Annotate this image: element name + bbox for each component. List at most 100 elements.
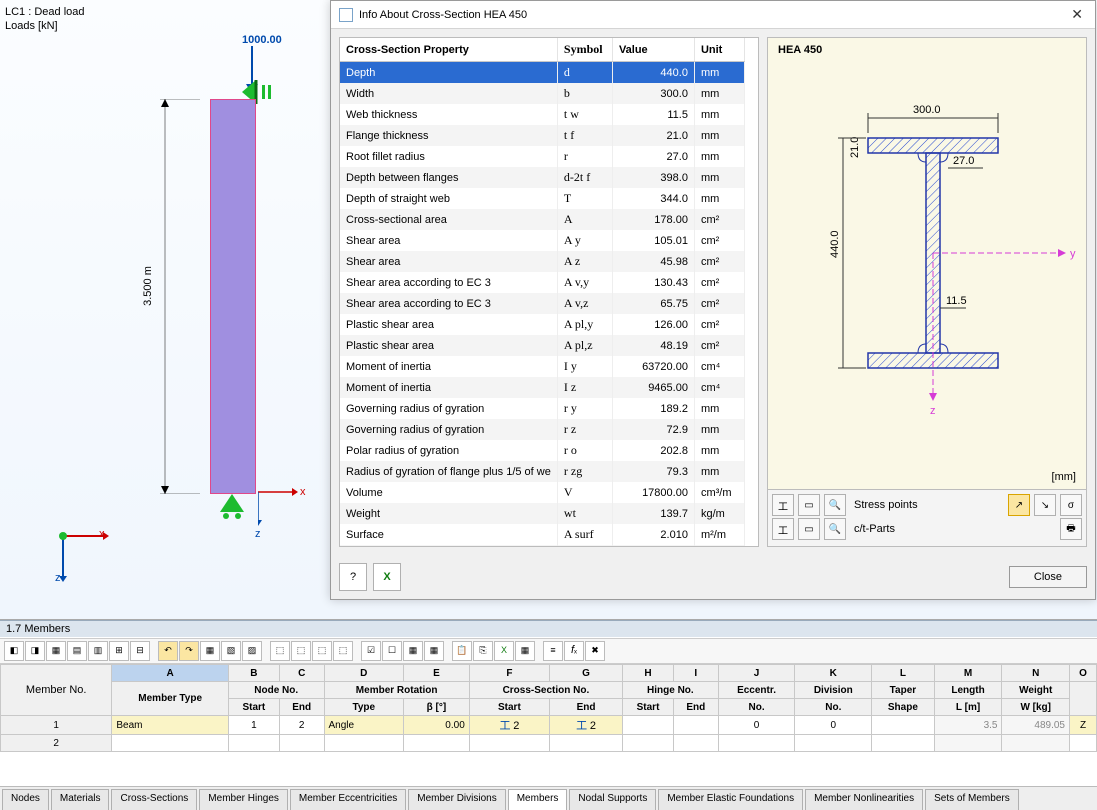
table-toolbar: ◧◨▦▤▥⊞⊟ ↶↷▦▧▨ ⬚⬚⬚⬚ ☑☐▦▦ 📋⎘X▦ ≡fₓ✖ xyxy=(0,638,1097,664)
tool-dims-icon[interactable]: ▭ xyxy=(798,494,820,516)
toolbar-icon[interactable]: ▦ xyxy=(515,641,535,661)
toolbar-icon[interactable]: ⊞ xyxy=(109,641,129,661)
property-row[interactable]: Polar radius of gyrationr o202.8mm xyxy=(340,440,745,461)
property-row[interactable]: Shear areaA z45.98cm² xyxy=(340,251,745,272)
toolbar-icon[interactable]: fₓ xyxy=(564,641,584,661)
toolbar-icon[interactable]: ▨ xyxy=(242,641,262,661)
tab-member-hinges[interactable]: Member Hinges xyxy=(199,789,288,810)
property-row[interactable]: Weightwt139.7kg/m xyxy=(340,503,745,524)
tool-ct3-icon[interactable]: 🔍 xyxy=(824,518,846,540)
property-table[interactable]: Cross-Section Property Symbol Value Unit… xyxy=(340,38,758,546)
header-property[interactable]: Cross-Section Property xyxy=(340,38,557,62)
toolbar-icon[interactable]: ↶ xyxy=(158,641,178,661)
toolbar-icon[interactable]: ⎘ xyxy=(473,641,493,661)
tool-ct1-icon[interactable]: 工 xyxy=(772,518,794,540)
toolbar-icon[interactable]: ▦ xyxy=(200,641,220,661)
toolbar-icon[interactable]: ☐ xyxy=(382,641,402,661)
dialog-title: Info About Cross-Section HEA 450 xyxy=(359,9,527,21)
beam-element[interactable] xyxy=(210,99,256,494)
toolbar-icon[interactable]: ⬚ xyxy=(333,641,353,661)
property-row[interactable]: Governing radius of gyrationr z72.9mm xyxy=(340,419,745,440)
toolbar-icon[interactable]: ↷ xyxy=(179,641,199,661)
svg-text:21.0: 21.0 xyxy=(849,137,861,158)
header-value[interactable]: Value xyxy=(612,38,694,62)
global-axes-icon: x z xyxy=(55,528,115,591)
toolbar-icon[interactable]: ◨ xyxy=(25,641,45,661)
tool-axis2-icon[interactable]: ↘ xyxy=(1034,494,1056,516)
col-member-no[interactable]: Member No. xyxy=(1,665,112,716)
table-row[interactable]: 2 xyxy=(1,735,1097,752)
property-row[interactable]: Radius of gyration of flange plus 1/5 of… xyxy=(340,461,745,482)
tab-nodes[interactable]: Nodes xyxy=(2,789,49,810)
svg-text:y: y xyxy=(1070,248,1076,260)
toolbar-icon[interactable]: ▤ xyxy=(67,641,87,661)
property-row[interactable]: Widthb300.0mm xyxy=(340,83,745,104)
property-row[interactable]: Depth of straight webT344.0mm xyxy=(340,188,745,209)
property-row[interactable]: Plastic shear areaA pl,z48.19cm² xyxy=(340,335,745,356)
table-title-bar: 1.7 Members xyxy=(0,620,1097,637)
tool-stress-icon[interactable]: 🔍 xyxy=(824,494,846,516)
tool-axis1-icon[interactable]: ↗ xyxy=(1008,494,1030,516)
property-row[interactable]: Cross-sectional areaA178.00cm² xyxy=(340,209,745,230)
toolbar-icon[interactable]: ≡ xyxy=(543,641,563,661)
toolbar-icon[interactable]: ⬚ xyxy=(270,641,290,661)
dialog-titlebar[interactable]: Info About Cross-Section HEA 450 ✕ xyxy=(331,1,1095,29)
tab-materials[interactable]: Materials xyxy=(51,789,110,810)
toolbar-icon[interactable]: ⊟ xyxy=(130,641,150,661)
local-axes-icon: x z xyxy=(258,484,308,537)
toolbar-icon[interactable]: ⬚ xyxy=(291,641,311,661)
property-row[interactable]: Section factorAm/V112.9211/m xyxy=(340,545,745,546)
property-row[interactable]: Shear area according to EC 3A v,z65.75cm… xyxy=(340,293,745,314)
tab-member-eccentricities[interactable]: Member Eccentricities xyxy=(290,789,406,810)
toolbar-icon[interactable]: ⬚ xyxy=(312,641,332,661)
property-row[interactable]: Flange thicknesst f21.0mm xyxy=(340,125,745,146)
tab-members[interactable]: Members xyxy=(508,789,568,810)
toolbar-icon[interactable]: ▦ xyxy=(424,641,444,661)
property-row[interactable]: Root fillet radiusr27.0mm xyxy=(340,146,745,167)
toolbar-icon[interactable]: ◧ xyxy=(4,641,24,661)
help-button[interactable]: ? xyxy=(339,563,367,591)
close-icon[interactable]: ✕ xyxy=(1067,6,1087,23)
tool-sigma-icon[interactable]: σ xyxy=(1060,494,1082,516)
tab-sets-of-members[interactable]: Sets of Members xyxy=(925,789,1019,810)
toolbar-icon[interactable]: ✖ xyxy=(585,641,605,661)
header-unit[interactable]: Unit xyxy=(694,38,744,62)
property-row[interactable]: Governing radius of gyrationr y189.2mm xyxy=(340,398,745,419)
property-row[interactable]: Depthd440.0mm xyxy=(340,62,745,84)
tab-member-divisions[interactable]: Member Divisions xyxy=(408,789,505,810)
property-row[interactable]: Shear areaA y105.01cm² xyxy=(340,230,745,251)
members-table[interactable]: Member No. ABCDEFGHIJKLMNO Member Type N… xyxy=(0,664,1097,782)
excel-export-button[interactable]: X xyxy=(373,563,401,591)
property-row[interactable]: Plastic shear areaA pl,y126.00cm² xyxy=(340,314,745,335)
property-row[interactable]: SurfaceA surf2.010m²/m xyxy=(340,524,745,545)
toolbar-icon[interactable]: ☑ xyxy=(361,641,381,661)
section-preview[interactable]: HEA 450 [mm] 300.0 21.0 27.0 xyxy=(767,37,1087,490)
toolbar-icon[interactable]: 📋 xyxy=(452,641,472,661)
tool-section-icon[interactable]: 工 xyxy=(772,494,794,516)
property-row[interactable]: Moment of inertiaI y63720.00cm⁴ xyxy=(340,356,745,377)
property-row[interactable]: Moment of inertiaI z9465.00cm⁴ xyxy=(340,377,745,398)
toolbar-icon[interactable]: ▦ xyxy=(46,641,66,661)
tab-nodal-supports[interactable]: Nodal Supports xyxy=(569,789,656,810)
property-row[interactable]: VolumeV17800.00cm³/m xyxy=(340,482,745,503)
header-symbol[interactable]: Symbol xyxy=(557,38,612,62)
ct-parts-label: c/t-Parts xyxy=(854,523,895,535)
property-row[interactable]: Web thicknesst w11.5mm xyxy=(340,104,745,125)
property-table-panel: Cross-Section Property Symbol Value Unit… xyxy=(339,37,759,547)
lc-label: LC1 : Dead load Loads [kN] xyxy=(5,5,85,33)
toolbar-icon[interactable]: ▥ xyxy=(88,641,108,661)
property-row[interactable]: Shear area according to EC 3A v,y130.43c… xyxy=(340,272,745,293)
tab-cross-sections[interactable]: Cross-Sections xyxy=(111,789,197,810)
close-button[interactable]: Close xyxy=(1009,566,1087,588)
property-row[interactable]: Depth between flangesd-2t f398.0mm xyxy=(340,167,745,188)
toolbar-icon[interactable]: X xyxy=(494,641,514,661)
preview-title: HEA 450 xyxy=(778,44,822,56)
toolbar-icon[interactable]: ▧ xyxy=(221,641,241,661)
tab-member-nonlinearities[interactable]: Member Nonlinearities xyxy=(805,789,923,810)
bottom-tabs: NodesMaterialsCross-SectionsMember Hinge… xyxy=(0,786,1097,810)
tab-member-elastic-foundations[interactable]: Member Elastic Foundations xyxy=(658,789,803,810)
toolbar-icon[interactable]: ▦ xyxy=(403,641,423,661)
tool-ct2-icon[interactable]: ▭ xyxy=(798,518,820,540)
table-row[interactable]: 1 Beam 12 Angle 0.00 工 2 工 2 00 3.5 489.… xyxy=(1,716,1097,735)
tool-print-icon[interactable]: 🖶 xyxy=(1060,518,1082,540)
